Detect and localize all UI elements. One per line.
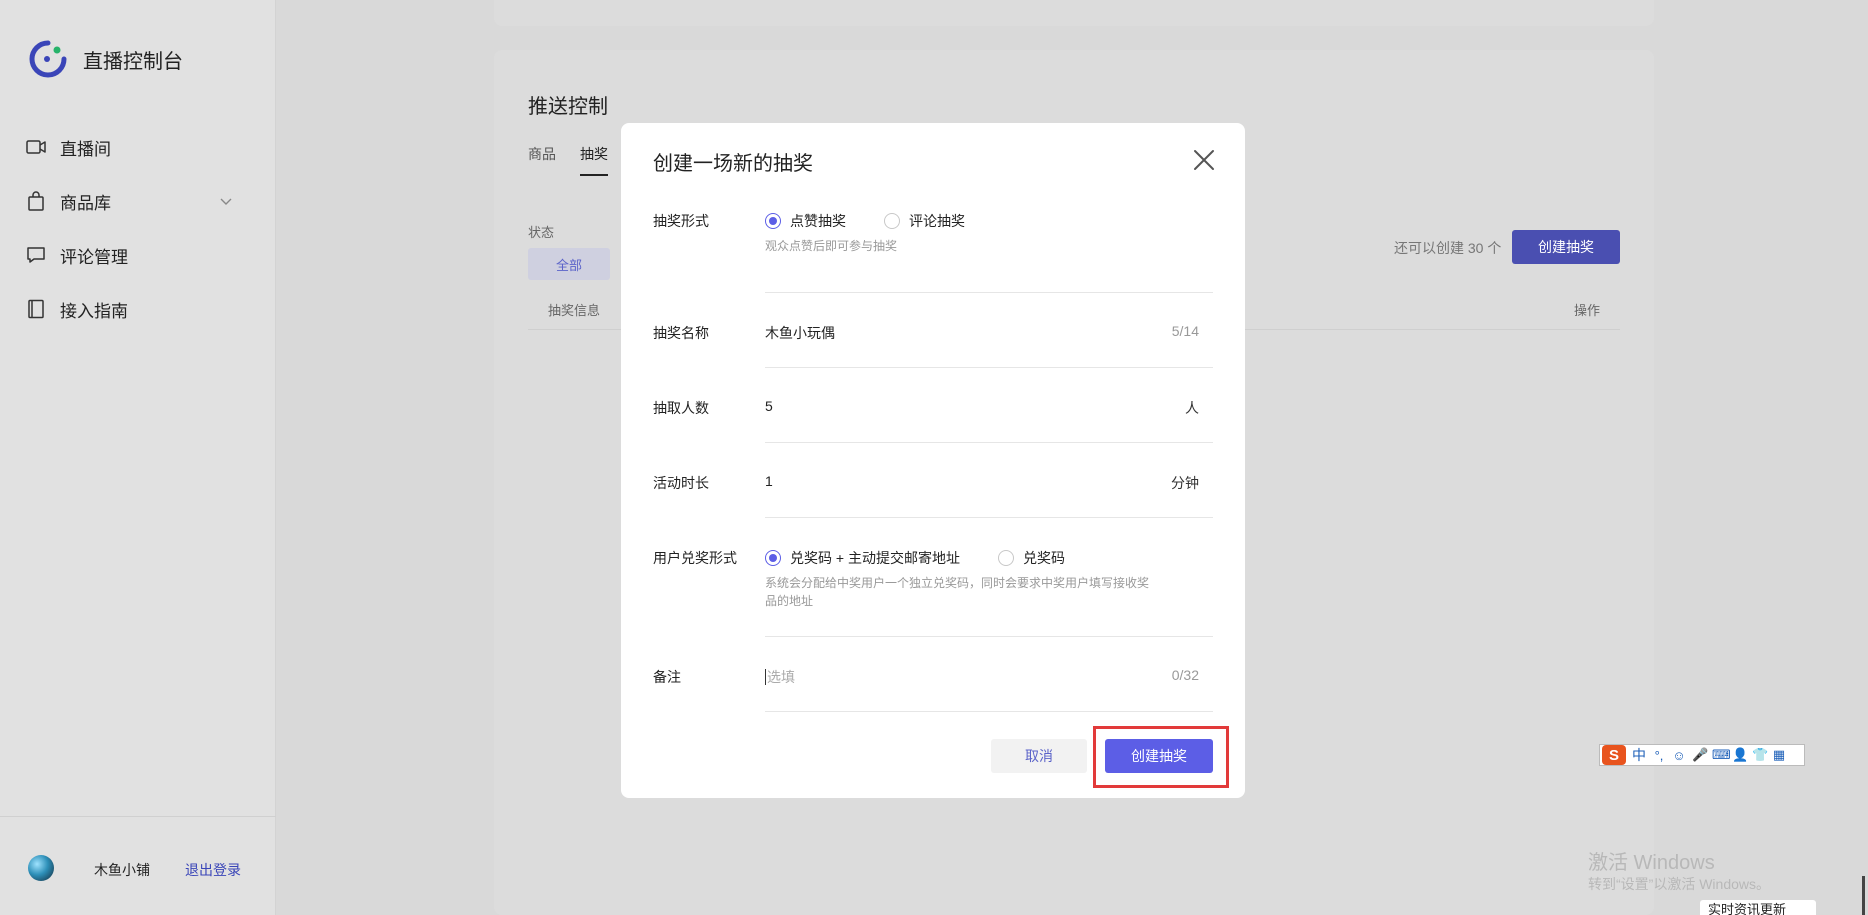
lottery-type-field: 点赞抽奖 评论抽奖 观众点赞后即可参与抽奖 <box>765 211 1213 293</box>
field-label: 备注 <box>653 669 681 685</box>
field-label: 抽奖名称 <box>653 325 709 341</box>
brand: 直播控制台 <box>27 38 183 80</box>
redeem-type-field: 兑奖码 + 主动提交邮寄地址 兑奖码 系统会分配给中奖用户一个独立兑奖码，同时会… <box>765 518 1213 637</box>
brand-logo-icon <box>29 40 67 78</box>
panel-title: 推送控制 <box>528 96 608 118</box>
emoji-icon[interactable]: ☺ <box>1672 748 1686 763</box>
create-lottery-modal: 创建一场新的抽奖 抽奖形式 点赞抽奖 评论抽奖 观众点赞后即可参与抽奖 抽奖名称… <box>621 123 1245 798</box>
status-label: 状态 <box>528 225 555 240</box>
radio-label: 兑奖码 + 主动提交邮寄地址 <box>790 550 960 566</box>
top-panel <box>494 0 1654 26</box>
scrollbar[interactable] <box>1862 876 1865 915</box>
sidebar: 直播控制台 直播间 商品库 评论管理 接入指南 木鱼小铺 退出登录 <box>0 0 276 915</box>
sidebar-item-label: 商品库 <box>60 193 111 213</box>
book-icon <box>28 299 44 319</box>
news-tab[interactable]: 实时资讯更新 <box>1700 900 1816 915</box>
cancel-button[interactable]: 取消 <box>991 739 1087 773</box>
keyboard-icon[interactable]: ⌨ <box>1712 747 1731 763</box>
note-row: 备注 选填 0/32 <box>653 637 1213 712</box>
column-actions: 操作 <box>1573 303 1600 318</box>
winner-count-input[interactable]: 5 人 <box>765 368 1213 443</box>
char-counter: 5/14 <box>1171 323 1199 339</box>
radio-unchecked-icon[interactable] <box>997 550 1014 566</box>
shopping-bag-icon <box>28 191 44 211</box>
skin-icon[interactable]: 👕 <box>1752 747 1768 763</box>
sidebar-item-guide[interactable]: 接入指南 <box>0 282 276 336</box>
radio-checked-icon[interactable] <box>765 550 781 566</box>
windows-activation-title: 激活 Windows <box>1588 852 1715 874</box>
field-label: 活动时长 <box>653 475 709 491</box>
ime-toolbar: S 中 °, ☺ 🎤 ⌨ 👤 👕 ▦ <box>1599 744 1805 766</box>
lottery-name-value: 木鱼小玩偶 <box>765 325 835 341</box>
panel-tabs: 商品 抽奖 <box>528 144 632 176</box>
sidebar-item-product-library[interactable]: 商品库 <box>0 174 276 228</box>
highlight-box <box>1093 726 1229 788</box>
radio-unchecked-icon[interactable] <box>884 213 900 229</box>
close-icon[interactable] <box>1191 147 1217 173</box>
radio-comment-lottery[interactable]: 评论抽奖 <box>884 211 965 231</box>
tab-lottery[interactable]: 抽奖 <box>580 144 608 176</box>
char-counter: 0/32 <box>1171 667 1199 683</box>
field-label: 抽奖形式 <box>653 213 709 229</box>
unit-label: 人 <box>1185 400 1199 416</box>
comment-icon <box>27 247 45 263</box>
radio-label: 点赞抽奖 <box>790 213 846 229</box>
text-caret <box>765 669 766 685</box>
sidebar-nav: 直播间 商品库 评论管理 接入指南 <box>0 120 276 336</box>
create-lottery-button-bg[interactable]: 创建抽奖 <box>1512 230 1620 264</box>
grid-icon[interactable]: ▦ <box>1772 747 1786 763</box>
video-camera-icon <box>26 140 46 154</box>
redeem-hint-line-2: 品的地址 <box>765 594 814 608</box>
microphone-icon[interactable]: 🎤 <box>1692 747 1708 763</box>
radio-label: 兑奖码 <box>1022 550 1065 566</box>
note-placeholder: 选填 <box>765 669 795 685</box>
user-icon[interactable]: 👤 <box>1732 747 1748 763</box>
duration-row: 活动时长 1 分钟 <box>653 443 1213 518</box>
note-input[interactable]: 选填 0/32 <box>765 637 1213 712</box>
avatar[interactable] <box>28 855 54 881</box>
unit-label: 分钟 <box>1171 475 1199 491</box>
duration-input[interactable]: 1 分钟 <box>765 443 1213 518</box>
column-lottery-info: 抽奖信息 <box>548 303 601 318</box>
sidebar-item-label: 评论管理 <box>60 247 128 267</box>
field-label: 用户兑奖形式 <box>653 550 737 566</box>
punctuation-icon[interactable]: °, <box>1652 748 1666 763</box>
logout-link[interactable]: 退出登录 <box>185 860 241 880</box>
winner-count-value: 5 <box>765 398 773 414</box>
radio-like-lottery[interactable]: 点赞抽奖 <box>765 211 846 231</box>
winner-count-row: 抽取人数 5 人 <box>653 368 1213 443</box>
sidebar-footer: 木鱼小铺 退出登录 <box>0 816 276 915</box>
lottery-type-row: 抽奖形式 点赞抽奖 评论抽奖 观众点赞后即可参与抽奖 <box>653 211 1213 293</box>
lottery-name-input[interactable]: 木鱼小玩偶 5/14 <box>765 293 1213 368</box>
user-name: 木鱼小铺 <box>94 862 150 878</box>
redeem-type-radio-group: 兑奖码 + 主动提交邮寄地址 兑奖码 <box>765 548 1103 568</box>
sidebar-item-label: 接入指南 <box>60 301 128 321</box>
lottery-name-row: 抽奖名称 木鱼小玩偶 5/14 <box>653 293 1213 368</box>
duration-value: 1 <box>765 473 773 489</box>
modal-title: 创建一场新的抽奖 <box>653 153 813 175</box>
redeem-hint-line-1: 系统会分配给中奖用户一个独立兑奖码，同时会要求中奖用户填写接收奖 <box>765 576 1150 590</box>
lottery-type-hint: 观众点赞后即可参与抽奖 <box>765 239 898 253</box>
field-label: 抽取人数 <box>653 400 709 416</box>
ime-mode-toggle[interactable]: 中 <box>1632 745 1646 765</box>
sidebar-item-comments[interactable]: 评论管理 <box>0 228 276 282</box>
remaining-count: 还可以创建 30 个 <box>1394 240 1502 256</box>
radio-label: 评论抽奖 <box>909 213 965 229</box>
sogou-logo-icon[interactable]: S <box>1602 745 1626 765</box>
sidebar-item-label: 直播间 <box>60 139 111 159</box>
windows-activation-subtitle: 转到“设置”以激活 Windows。 <box>1588 876 1771 892</box>
lottery-type-radio-group: 点赞抽奖 评论抽奖 <box>765 211 1003 231</box>
redeem-type-row: 用户兑奖形式 兑奖码 + 主动提交邮寄地址 兑奖码 系统会分配给中奖用户一个独立… <box>653 518 1213 637</box>
radio-code-and-address[interactable]: 兑奖码 + 主动提交邮寄地址 <box>765 548 960 568</box>
sidebar-item-live-room[interactable]: 直播间 <box>0 120 276 174</box>
chevron-down-icon[interactable] <box>218 193 234 209</box>
tab-products[interactable]: 商品 <box>528 144 556 176</box>
brand-title: 直播控制台 <box>83 50 183 73</box>
radio-checked-icon[interactable] <box>765 213 781 229</box>
filter-all-chip[interactable]: 全部 <box>528 248 610 280</box>
radio-code-only[interactable]: 兑奖码 <box>997 548 1065 568</box>
